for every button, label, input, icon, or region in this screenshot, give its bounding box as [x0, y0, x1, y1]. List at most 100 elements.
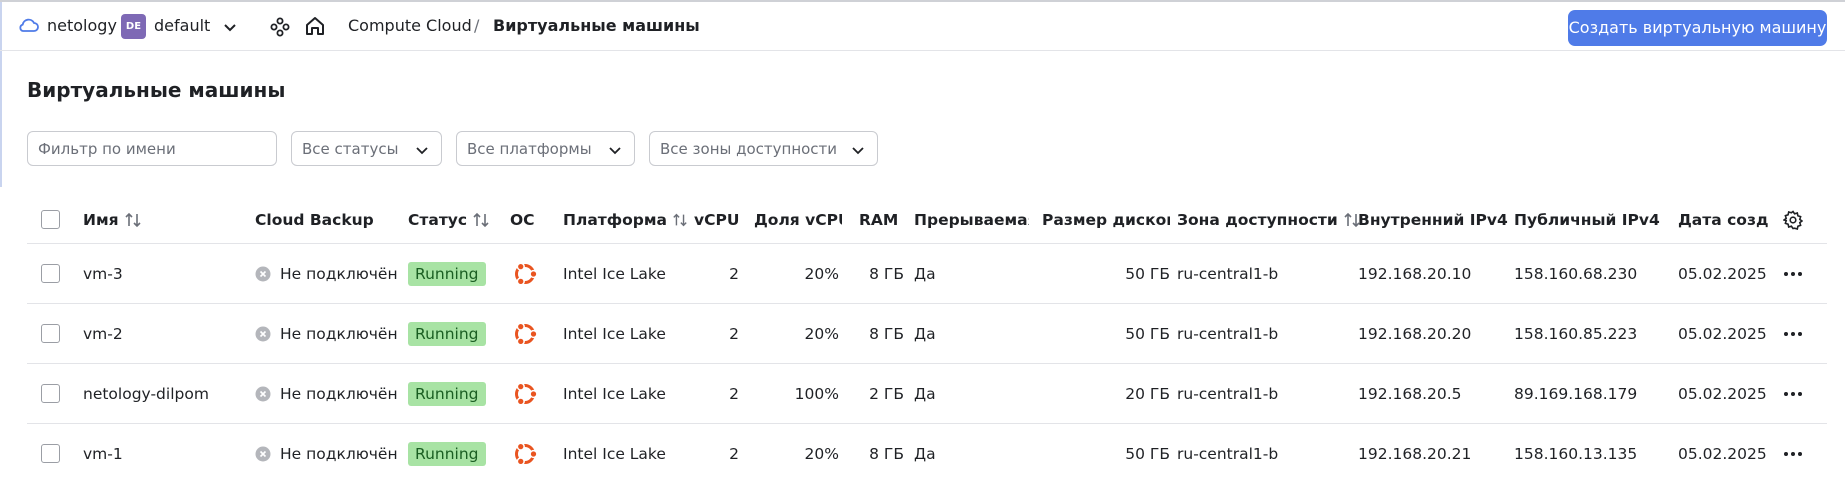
col-preemptible: Прерываемая [914, 196, 1029, 243]
ubuntu-icon [515, 261, 538, 286]
cell-disk-text: 50 ГБ [1125, 264, 1170, 283]
ubuntu-icon [515, 381, 538, 406]
create-vm-button[interactable]: Создать виртуальную машину [1568, 10, 1827, 46]
more-icon[interactable] [1783, 391, 1803, 397]
row-checkbox[interactable] [41, 444, 60, 463]
cell-platform-text: Intel Ice Lake [563, 384, 666, 403]
cell-internal-ip-text: 192.168.20.21 [1358, 444, 1472, 463]
col-public-ip: Публичный IPv4 [1514, 196, 1664, 243]
more-icon[interactable] [1783, 451, 1803, 457]
col-platform[interactable]: Платформа [563, 196, 688, 243]
not-connected-icon [255, 326, 271, 341]
vm-table: Имя Cloud Backup Статус ОС Платформа vCP… [27, 196, 1827, 479]
cell-name[interactable]: netology-dilpom [83, 364, 243, 423]
row-select-cell [41, 244, 63, 303]
row-actions-cell [1783, 424, 1805, 479]
cell-vcpu: 2 [694, 364, 739, 423]
row-checkbox[interactable] [41, 264, 60, 283]
col-internal-ip: Внутренний IPv4 [1358, 196, 1508, 243]
org-name[interactable]: netology [47, 16, 117, 35]
zone-filter-value: Все зоны доступности [660, 140, 838, 158]
cell-created-text: 05.02.2025, 12:00 [1678, 384, 1768, 403]
cell-name[interactable]: vm-2 [83, 304, 243, 363]
folder-badge[interactable]: DE [121, 14, 146, 39]
sort-icon[interactable] [472, 212, 490, 228]
cell-ram: 2 ГБ [859, 364, 904, 423]
col-disk: Размер дисков [1042, 196, 1170, 243]
cell-public-ip: 158.160.13.135 [1514, 424, 1664, 479]
cell-vcpu-text: 2 [729, 264, 739, 283]
row-checkbox[interactable] [41, 324, 60, 343]
select-all-cell [41, 196, 63, 243]
table-row[interactable]: vm-3 Не подключён Running Intel Ice Lake 2 20… [27, 244, 1827, 304]
cell-created-text: 05.02.2025, 12:00 [1678, 264, 1768, 283]
cell-status: Running [408, 304, 503, 363]
col-created: Дата создания [1678, 196, 1768, 243]
table-row[interactable]: vm-1 Не подключён Running Intel Ice Lake 2 20… [27, 424, 1827, 479]
cell-public-ip-text: 158.160.85.223 [1514, 324, 1638, 343]
cell-vcpu-share-text: 20% [804, 324, 839, 343]
col-name-label: Имя [83, 210, 119, 229]
cell-vcpu-share-text: 20% [804, 264, 839, 283]
row-checkbox[interactable] [41, 384, 60, 403]
cell-os [510, 424, 550, 479]
cell-vcpu-text: 2 [729, 384, 739, 403]
page-title: Виртуальные машины [27, 78, 286, 102]
status-badge: Running [408, 441, 486, 466]
sort-icon[interactable] [672, 212, 688, 228]
cell-internal-ip-text: 192.168.20.5 [1358, 384, 1462, 403]
cell-created: 05.02.2025, 12:00 [1678, 364, 1768, 423]
more-icon[interactable] [1783, 271, 1803, 277]
col-backup: Cloud Backup [255, 196, 400, 243]
cell-platform: Intel Ice Lake [563, 244, 688, 303]
table-row[interactable]: vm-2 Не подключён Running Intel Ice Lake 2 20… [27, 304, 1827, 364]
col-disk-label: Размер дисков [1042, 210, 1170, 229]
sort-icon[interactable] [124, 212, 142, 228]
status-badge: Running [408, 381, 486, 406]
breadcrumb-compute-cloud[interactable]: Compute Cloud [348, 16, 472, 35]
backup-status-text: Не подключён [280, 444, 398, 463]
cell-public-ip: 158.160.68.230 [1514, 244, 1664, 303]
cell-os [510, 364, 550, 423]
cell-public-ip: 158.160.85.223 [1514, 304, 1664, 363]
platform-filter-select[interactable]: Все платформы [456, 131, 635, 166]
cell-disk: 50 ГБ [1042, 244, 1170, 303]
not-connected-icon [255, 446, 271, 461]
table-row[interactable]: netology-dilpom Не подключён Running Intel … [27, 364, 1827, 424]
cell-platform-text: Intel Ice Lake [563, 264, 666, 283]
more-icon[interactable] [1783, 331, 1803, 337]
col-zone[interactable]: Зона доступности [1177, 196, 1362, 243]
zone-filter-select[interactable]: Все зоны доступности [649, 131, 878, 166]
services-icon[interactable] [270, 17, 290, 37]
status-filter-select[interactable]: Все статусы [291, 131, 442, 166]
col-public-ip-label: Публичный IPv4 [1514, 210, 1660, 229]
cell-internal-ip: 192.168.20.20 [1358, 304, 1508, 363]
cell-ram-text: 8 ГБ [869, 324, 904, 343]
col-vcpu: vCPU [694, 196, 744, 243]
name-filter-input[interactable]: Фильтр по имени [27, 131, 277, 166]
cell-public-ip-text: 89.169.168.179 [1514, 384, 1638, 403]
select-all-checkbox[interactable] [41, 210, 60, 229]
cell-public-ip-text: 158.160.13.135 [1514, 444, 1638, 463]
gear-icon[interactable] [1783, 209, 1803, 230]
cell-os [510, 304, 550, 363]
cell-zone-text: ru-central1-b [1177, 264, 1279, 283]
cell-vcpu: 2 [694, 304, 739, 363]
cell-backup: Не подключён [255, 424, 405, 479]
col-status[interactable]: Статус [408, 196, 503, 243]
folder-name[interactable]: default [154, 16, 210, 35]
cell-name-text: vm-2 [83, 324, 123, 343]
chevron-down-icon[interactable] [222, 19, 238, 35]
home-icon[interactable] [304, 15, 326, 37]
cell-name[interactable]: vm-1 [83, 424, 243, 479]
cell-status: Running [408, 244, 503, 303]
cloud-icon[interactable] [17, 16, 39, 34]
col-backup-label: Cloud Backup [255, 210, 374, 229]
cell-disk: 50 ГБ [1042, 424, 1170, 479]
col-name[interactable]: Имя [83, 196, 233, 243]
backup-status-text: Не подключён [280, 324, 398, 343]
status-badge: Running [408, 321, 486, 346]
cell-name[interactable]: vm-3 [83, 244, 243, 303]
cell-internal-ip: 192.168.20.5 [1358, 364, 1508, 423]
cell-created-text: 05.02.2025, 12:00 [1678, 324, 1768, 343]
